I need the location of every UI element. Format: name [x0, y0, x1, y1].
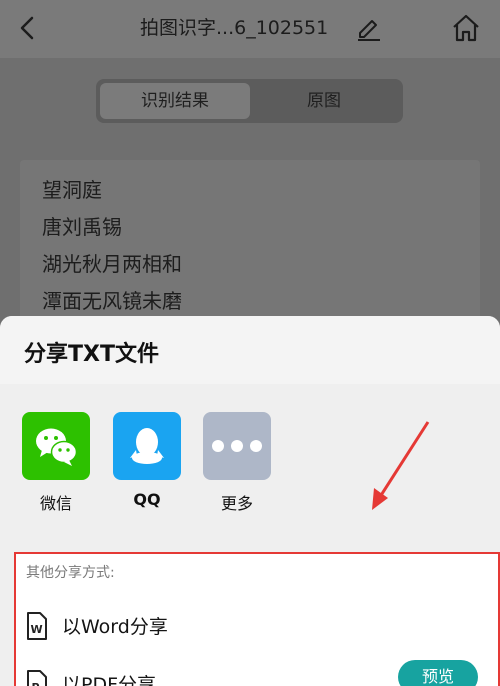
svg-text:W: W — [31, 623, 43, 636]
qq-icon — [113, 412, 181, 480]
share-item-label: 以PDF分享 — [62, 674, 157, 686]
text-line: 唐刘禹锡 — [42, 215, 122, 239]
other-share-methods: 其他分享方式: W 以Word分享 P 以PDF分享 预览 — [14, 552, 500, 686]
more-icon — [203, 412, 271, 480]
share-app-label: 微信 — [39, 494, 72, 513]
share-as-pdf-item[interactable]: P 以PDF分享 预览 — [16, 654, 500, 686]
edit-pencil-icon[interactable] — [354, 13, 382, 41]
share-sheet-title: 分享TXT文件 — [24, 342, 159, 367]
text-line: 望洞庭 — [42, 178, 102, 202]
share-app-label: QQ — [133, 490, 161, 509]
share-more-button[interactable]: 更多 — [203, 412, 271, 514]
back-arrow-icon[interactable] — [14, 14, 42, 42]
preview-button[interactable]: 预览 — [398, 660, 478, 686]
wechat-icon — [22, 412, 90, 480]
home-icon[interactable] — [450, 12, 482, 44]
tab-recognition-result[interactable]: 识别结果 — [100, 83, 250, 119]
share-wechat-button[interactable]: 微信 — [22, 412, 90, 514]
word-doc-icon: W — [27, 612, 47, 640]
page-title: 拍图识字...6_102551 — [140, 17, 329, 39]
share-app-label: 更多 — [220, 494, 253, 513]
share-item-label: 以Word分享 — [62, 616, 168, 638]
svg-text:P: P — [32, 681, 40, 686]
tab-original-image[interactable]: 原图 — [249, 83, 399, 119]
other-share-label: 其他分享方式: — [26, 565, 115, 581]
pdf-doc-icon: P — [27, 670, 47, 686]
share-qq-button[interactable]: QQ — [113, 412, 181, 509]
result-tabs: 识别结果 原图 — [96, 79, 403, 123]
share-sheet-header: 分享TXT文件 — [0, 316, 500, 384]
top-bar: 拍图识字...6_102551 — [0, 0, 500, 58]
text-line: 潭面无风镜未磨 — [42, 289, 182, 313]
text-line: 湖光秋月两相和 — [42, 252, 182, 276]
share-as-word-item[interactable]: W 以Word分享 — [16, 596, 500, 654]
red-arrow-annotation — [372, 421, 430, 510]
